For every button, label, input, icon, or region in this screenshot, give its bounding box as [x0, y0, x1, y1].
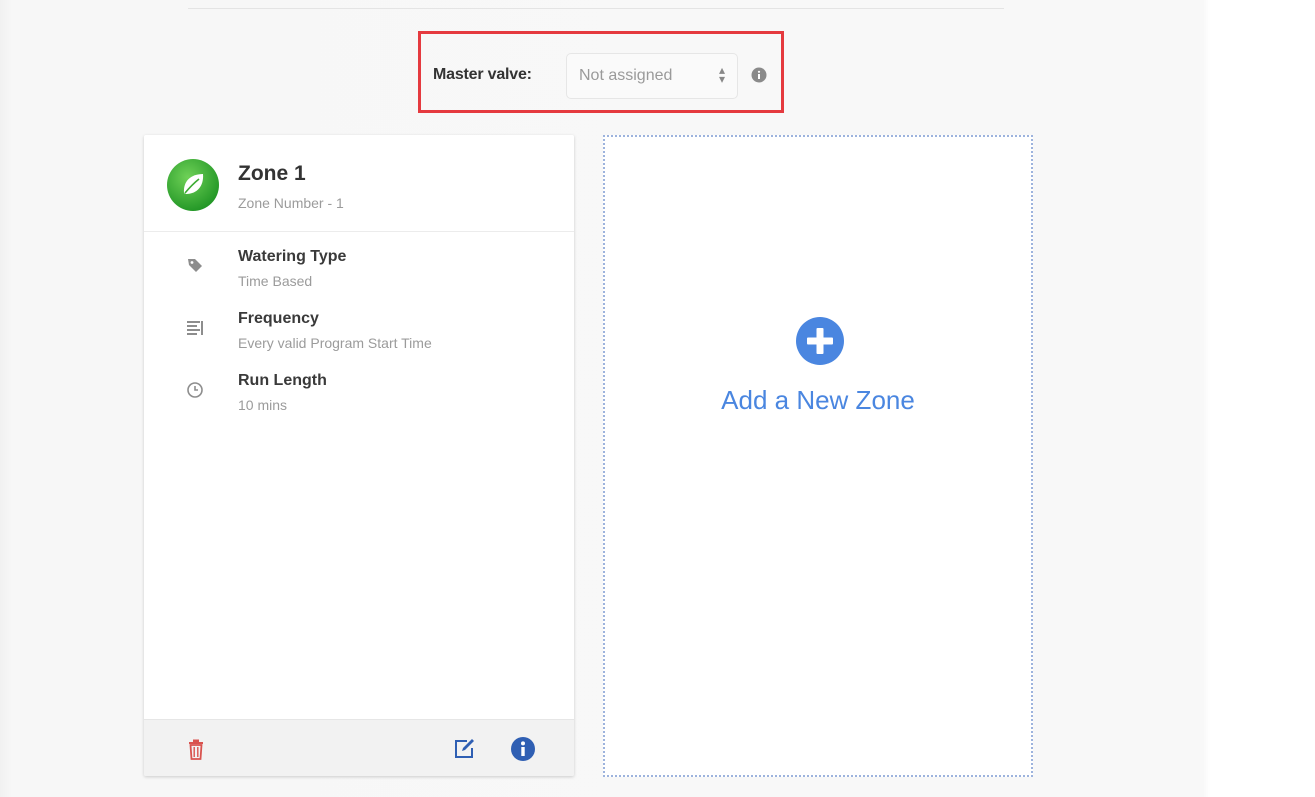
- page: Master valve: Not assigned ▴ ▾ Zone 1 Zo…: [0, 0, 1315, 797]
- master-valve-label: Master valve:: [433, 66, 532, 83]
- detail-value: 10 mins: [238, 397, 288, 413]
- edit-icon[interactable]: [451, 736, 477, 762]
- detail-label: Watering Type: [238, 248, 347, 265]
- select-arrows-icon: ▴ ▾: [718, 63, 725, 86]
- detail-watering-type: Watering Type Time Based: [144, 248, 574, 304]
- add-zone-label: Add a New Zone: [721, 385, 915, 415]
- detail-label: Frequency: [238, 310, 319, 327]
- clock-icon: [187, 382, 203, 398]
- plus-circle-icon: [796, 317, 844, 365]
- divider: [188, 8, 1004, 9]
- zone-title: Zone 1: [238, 162, 306, 185]
- detail-value: Time Based: [238, 273, 313, 289]
- zone-card[interactable]: Zone 1 Zone Number - 1 Watering Type Tim…: [144, 135, 574, 776]
- info-circle-icon[interactable]: [510, 736, 536, 762]
- add-new-zone-button[interactable]: Add a New Zone: [603, 135, 1033, 777]
- leaf-icon: [167, 159, 219, 211]
- detail-frequency: Frequency Every valid Program Start Time: [144, 310, 574, 366]
- detail-run-length: Run Length 10 mins: [144, 372, 574, 428]
- tag-icon: [188, 259, 202, 272]
- zone-card-footer: [144, 719, 574, 776]
- info-icon[interactable]: [751, 67, 767, 83]
- detail-label: Run Length: [238, 372, 327, 389]
- zone-header: Zone 1 Zone Number - 1: [144, 135, 574, 232]
- list-icon: [187, 321, 203, 335]
- zone-number: Zone Number - 1: [238, 195, 344, 211]
- trash-icon[interactable]: [183, 736, 209, 762]
- detail-value: Every valid Program Start Time: [238, 335, 432, 351]
- master-valve-selected-value: Not assigned: [579, 67, 673, 84]
- master-valve-select[interactable]: Not assigned ▴ ▾: [566, 53, 738, 99]
